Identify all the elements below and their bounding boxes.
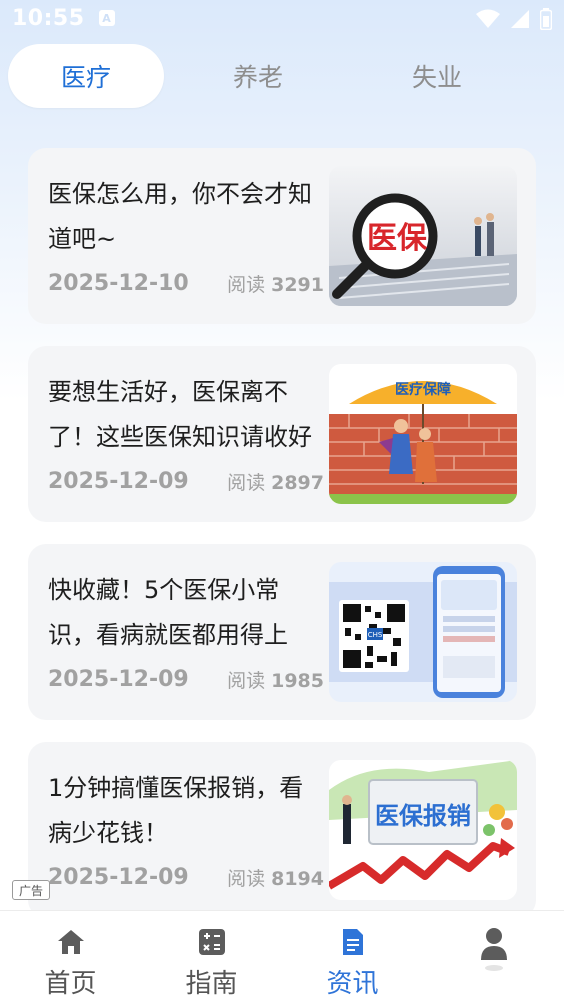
nav-home-label: 首页 (44, 969, 97, 999)
article-meta: 2025-12-09 阅读 8194 (48, 864, 324, 891)
wifi-icon (476, 9, 500, 28)
thumb-label: CHS (368, 631, 383, 639)
read-label: 阅读 (227, 472, 266, 494)
article-read-count: 阅读 8194 (227, 864, 324, 891)
battery-icon (540, 8, 552, 30)
article-card[interactable]: 要想生活好，医保离不了！这些医保知识请收好 2025-12-09 阅读 2897 … (28, 346, 536, 522)
tab-pension[interactable]: 养老 (164, 44, 352, 108)
read-count: 3291 (271, 274, 324, 296)
article-thumbnail: CHS (329, 562, 517, 702)
read-count: 2897 (271, 472, 324, 494)
article-title: 1分钟搞懂医保报销，看病少花钱！ (48, 774, 304, 847)
read-label: 阅读 (227, 274, 266, 296)
article-card[interactable]: 医保怎么用，你不会才知道吧~ 2025-12-10 阅读 3291 医保 (28, 148, 536, 324)
article-title: 医保怎么用，你不会才知道吧~ (48, 180, 312, 253)
tab-medical[interactable]: 医疗 (8, 44, 164, 108)
article-title: 要想生活好，医保离不了！这些医保知识请收好 (48, 378, 312, 451)
article-card[interactable]: 快收藏！5个医保小常识，看病就医都用得上 2025-12-09 阅读 1985 C… (28, 544, 536, 720)
article-meta: 2025-12-09 阅读 1985 (48, 666, 324, 693)
nav-guide-label: 指南 (185, 969, 238, 999)
home-icon (56, 927, 86, 957)
article-list: 医保怎么用，你不会才知道吧~ 2025-12-10 阅读 3291 医保 要想生… (28, 148, 536, 940)
article-card[interactable]: 1分钟搞懂医保报销，看病少花钱！ 2025-12-09 阅读 8194 医保报销 (28, 742, 536, 918)
bottom-nav: 首页 指南 资讯 (0, 910, 564, 1004)
article-date: 2025-12-09 (48, 667, 189, 692)
article-read-count: 阅读 1985 (227, 666, 324, 693)
nav-news[interactable]: 资讯 (282, 911, 423, 1004)
a-icon: A (98, 10, 115, 26)
article-thumbnail: 医保报销 (329, 760, 517, 900)
document-icon (340, 927, 366, 957)
nav-guide[interactable]: 指南 (141, 911, 282, 1004)
article-read-count: 阅读 3291 (227, 270, 324, 297)
nav-news-label: 资讯 (326, 969, 379, 999)
article-read-count: 阅读 2897 (227, 468, 324, 495)
nav-home[interactable]: 首页 (0, 911, 141, 1004)
article-title: 快收藏！5个医保小常识，看病就医都用得上 (48, 576, 288, 649)
calculator-icon (198, 927, 226, 957)
article-thumbnail: 医疗保障 (329, 364, 517, 504)
article-thumbnail: 医保 (329, 166, 517, 306)
read-count: 1985 (271, 670, 324, 692)
article-date: 2025-12-09 (48, 469, 189, 494)
thumb-label: 医保 (367, 221, 428, 256)
nav-profile[interactable] (423, 911, 564, 1004)
status-time: 10:55 (12, 5, 85, 31)
thumb-label: 医保报销 (375, 802, 471, 830)
article-meta: 2025-12-10 阅读 3291 (48, 270, 324, 297)
thumb-label: 医疗保障 (395, 381, 451, 398)
article-meta: 2025-12-09 阅读 2897 (48, 468, 324, 495)
read-label: 阅读 (227, 670, 266, 692)
ad-badge: 广告 (12, 880, 50, 900)
read-label: 阅读 (227, 868, 266, 890)
read-count: 8194 (271, 868, 324, 890)
tab-unemployment[interactable]: 失业 (360, 44, 514, 108)
article-date: 2025-12-09 (48, 865, 189, 890)
status-bar: 10:55 A (0, 0, 564, 36)
user-icon (479, 925, 509, 973)
signal-icon (511, 10, 529, 28)
article-date: 2025-12-10 (48, 271, 189, 296)
category-tabs: 医疗 养老 失业 (8, 44, 556, 108)
status-icons (476, 8, 552, 30)
